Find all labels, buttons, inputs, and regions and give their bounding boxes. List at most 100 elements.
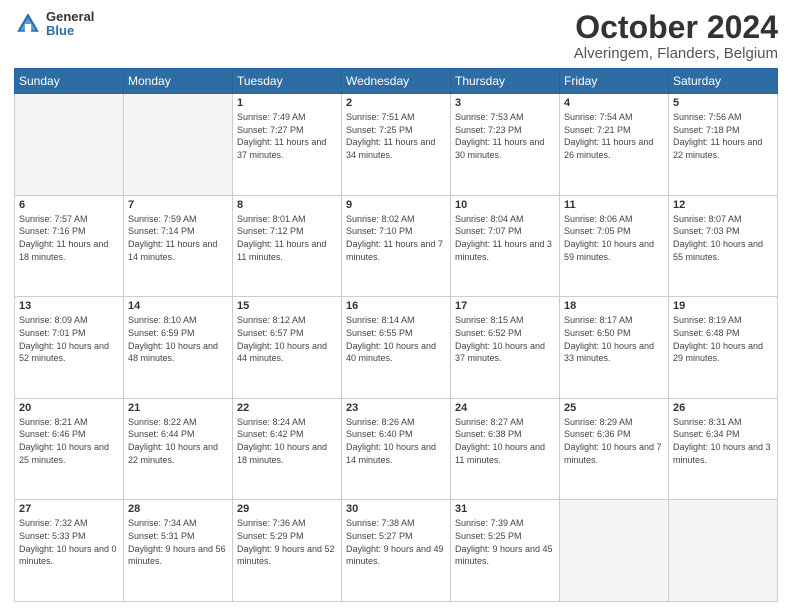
day-info: Sunrise: 8:09 AM Sunset: 7:01 PM Dayligh… (19, 314, 119, 364)
calendar-cell: 31 Sunrise: 7:39 AM Sunset: 5:25 PM Dayli… (451, 500, 560, 602)
calendar-cell: 4 Sunrise: 7:54 AM Sunset: 7:21 PM Daylig… (560, 94, 669, 196)
day-number: 10 (455, 199, 555, 211)
day-number: 4 (564, 97, 664, 109)
day-number: 24 (455, 402, 555, 414)
day-number: 7 (128, 199, 228, 211)
day-number: 9 (346, 199, 446, 211)
calendar-cell (560, 500, 669, 602)
day-info: Sunrise: 7:59 AM Sunset: 7:14 PM Dayligh… (128, 213, 228, 263)
day-number: 30 (346, 503, 446, 515)
day-info: Sunrise: 7:39 AM Sunset: 5:25 PM Dayligh… (455, 517, 555, 567)
calendar-cell: 26 Sunrise: 8:31 AM Sunset: 6:34 PM Dayli… (669, 398, 778, 500)
day-number: 19 (673, 300, 773, 312)
logo-line2: Blue (46, 24, 94, 38)
calendar-cell: 8 Sunrise: 8:01 AM Sunset: 7:12 PM Daylig… (233, 195, 342, 297)
calendar-cell: 14 Sunrise: 8:10 AM Sunset: 6:59 PM Dayli… (124, 297, 233, 399)
calendar-cell: 3Sunrise: 7:53 AM Sunset: 7:23 PM Daylig… (451, 94, 560, 196)
day-info: Sunrise: 8:29 AM Sunset: 6:36 PM Dayligh… (564, 416, 664, 466)
calendar-cell: 29 Sunrise: 7:36 AM Sunset: 5:29 PM Dayli… (233, 500, 342, 602)
day-number: 16 (346, 300, 446, 312)
day-info: Sunrise: 7:32 AM Sunset: 5:33 PM Dayligh… (19, 517, 119, 567)
day-info: Sunrise: 8:12 AM Sunset: 6:57 PM Dayligh… (237, 314, 337, 364)
day-info: Sunrise: 7:56 AM Sunset: 7:18 PM Dayligh… (673, 111, 773, 161)
calendar-cell: 28 Sunrise: 7:34 AM Sunset: 5:31 PM Dayli… (124, 500, 233, 602)
calendar-week-row: 27 Sunrise: 7:32 AM Sunset: 5:33 PM Dayli… (15, 500, 778, 602)
day-info: Sunrise: 8:02 AM Sunset: 7:10 PM Dayligh… (346, 213, 446, 263)
calendar-day-header: Thursday (451, 69, 560, 94)
calendar-cell (15, 94, 124, 196)
calendar-cell: 11Sunrise: 8:06 AM Sunset: 7:05 PM Dayli… (560, 195, 669, 297)
calendar-cell: 22Sunrise: 8:24 AM Sunset: 6:42 PM Dayli… (233, 398, 342, 500)
day-number: 27 (19, 503, 119, 515)
day-number: 5 (673, 97, 773, 109)
day-info: Sunrise: 8:21 AM Sunset: 6:46 PM Dayligh… (19, 416, 119, 466)
calendar-cell: 23 Sunrise: 8:26 AM Sunset: 6:40 PM Dayli… (342, 398, 451, 500)
day-number: 14 (128, 300, 228, 312)
day-info: Sunrise: 8:10 AM Sunset: 6:59 PM Dayligh… (128, 314, 228, 364)
calendar-day-header: Sunday (15, 69, 124, 94)
calendar-cell: 25 Sunrise: 8:29 AM Sunset: 6:36 PM Dayli… (560, 398, 669, 500)
calendar-cell: 12Sunrise: 8:07 AM Sunset: 7:03 PM Dayli… (669, 195, 778, 297)
page-subtitle: Alveringem, Flanders, Belgium (574, 45, 778, 62)
day-info: Sunrise: 7:36 AM Sunset: 5:29 PM Dayligh… (237, 517, 337, 567)
day-info: Sunrise: 8:15 AM Sunset: 6:52 PM Dayligh… (455, 314, 555, 364)
day-number: 28 (128, 503, 228, 515)
day-info: Sunrise: 8:19 AM Sunset: 6:48 PM Dayligh… (673, 314, 773, 364)
calendar-week-row: 6 Sunrise: 7:57 AM Sunset: 7:16 PM Daylig… (15, 195, 778, 297)
calendar-cell: 17 Sunrise: 8:15 AM Sunset: 6:52 PM Dayli… (451, 297, 560, 399)
day-info: Sunrise: 8:31 AM Sunset: 6:34 PM Dayligh… (673, 416, 773, 466)
calendar-table: SundayMondayTuesdayWednesdayThursdayFrid… (14, 68, 778, 602)
day-info: Sunrise: 8:01 AM Sunset: 7:12 PM Dayligh… (237, 213, 337, 263)
day-number: 13 (19, 300, 119, 312)
day-info: Sunrise: 8:14 AM Sunset: 6:55 PM Dayligh… (346, 314, 446, 364)
day-number: 1 (237, 97, 337, 109)
day-info: Sunrise: 8:26 AM Sunset: 6:40 PM Dayligh… (346, 416, 446, 466)
day-number: 6 (19, 199, 119, 211)
calendar-cell: 30Sunrise: 7:38 AM Sunset: 5:27 PM Dayli… (342, 500, 451, 602)
day-info: Sunrise: 8:17 AM Sunset: 6:50 PM Dayligh… (564, 314, 664, 364)
page-title: October 2024 (574, 10, 778, 45)
day-number: 11 (564, 199, 664, 211)
day-number: 20 (19, 402, 119, 414)
day-number: 23 (346, 402, 446, 414)
day-number: 31 (455, 503, 555, 515)
logo-line1: General (46, 10, 94, 24)
logo: General Blue (14, 10, 94, 39)
calendar-cell (669, 500, 778, 602)
day-number: 15 (237, 300, 337, 312)
calendar-cell: 24Sunrise: 8:27 AM Sunset: 6:38 PM Dayli… (451, 398, 560, 500)
calendar-day-header: Monday (124, 69, 233, 94)
title-block: October 2024 Alveringem, Flanders, Belgi… (574, 10, 778, 62)
header: General Blue October 2024 Alveringem, Fl… (14, 10, 778, 62)
day-number: 22 (237, 402, 337, 414)
day-info: Sunrise: 7:53 AM Sunset: 7:23 PM Dayligh… (455, 111, 555, 161)
day-info: Sunrise: 7:34 AM Sunset: 5:31 PM Dayligh… (128, 517, 228, 567)
day-number: 26 (673, 402, 773, 414)
calendar-cell: 16 Sunrise: 8:14 AM Sunset: 6:55 PM Dayli… (342, 297, 451, 399)
calendar-day-header: Saturday (669, 69, 778, 94)
day-number: 17 (455, 300, 555, 312)
day-info: Sunrise: 7:51 AM Sunset: 7:25 PM Dayligh… (346, 111, 446, 161)
calendar-cell: 7 Sunrise: 7:59 AM Sunset: 7:14 PM Daylig… (124, 195, 233, 297)
logo-icon (14, 10, 42, 38)
day-number: 29 (237, 503, 337, 515)
day-number: 25 (564, 402, 664, 414)
day-number: 8 (237, 199, 337, 211)
page: General Blue October 2024 Alveringem, Fl… (0, 0, 792, 612)
day-info: Sunrise: 7:49 AM Sunset: 7:27 PM Dayligh… (237, 111, 337, 161)
day-number: 18 (564, 300, 664, 312)
calendar-cell: 19 Sunrise: 8:19 AM Sunset: 6:48 PM Dayli… (669, 297, 778, 399)
day-number: 2 (346, 97, 446, 109)
calendar-cell: 18 Sunrise: 8:17 AM Sunset: 6:50 PM Dayli… (560, 297, 669, 399)
calendar-day-header: Friday (560, 69, 669, 94)
day-info: Sunrise: 8:04 AM Sunset: 7:07 PM Dayligh… (455, 213, 555, 263)
calendar-header-row: SundayMondayTuesdayWednesdayThursdayFrid… (15, 69, 778, 94)
calendar-week-row: 1 Sunrise: 7:49 AM Sunset: 7:27 PM Daylig… (15, 94, 778, 196)
calendar-week-row: 13 Sunrise: 8:09 AM Sunset: 7:01 PM Dayli… (15, 297, 778, 399)
day-info: Sunrise: 7:57 AM Sunset: 7:16 PM Dayligh… (19, 213, 119, 263)
calendar-week-row: 20 Sunrise: 8:21 AM Sunset: 6:46 PM Dayli… (15, 398, 778, 500)
calendar-day-header: Tuesday (233, 69, 342, 94)
day-info: Sunrise: 8:22 AM Sunset: 6:44 PM Dayligh… (128, 416, 228, 466)
day-info: Sunrise: 7:54 AM Sunset: 7:21 PM Dayligh… (564, 111, 664, 161)
day-number: 21 (128, 402, 228, 414)
